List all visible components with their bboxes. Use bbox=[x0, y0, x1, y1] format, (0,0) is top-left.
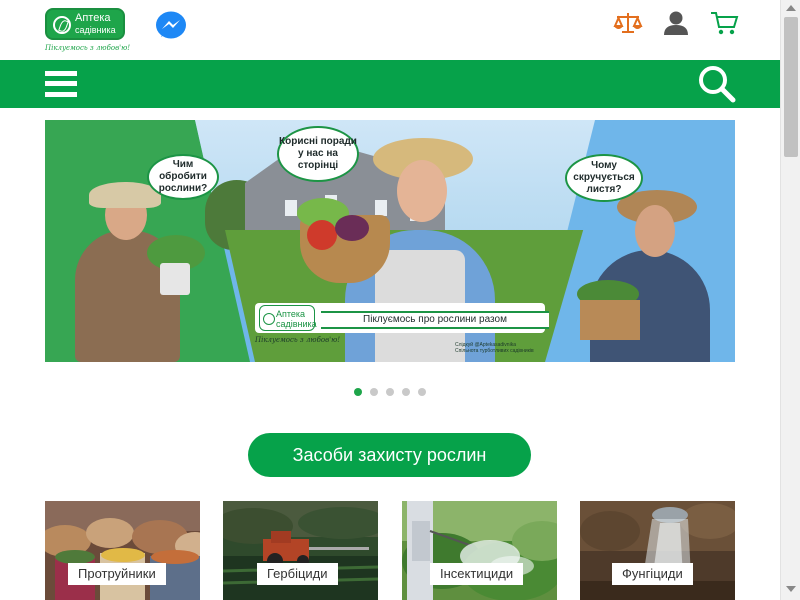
speech-bubble-center: Корисні поради у нас на сторінці bbox=[277, 126, 359, 182]
seed-sacks-image bbox=[45, 501, 200, 600]
category-card-herbitsydy[interactable]: Гербіциди bbox=[223, 501, 378, 600]
banner-caption-text: Піклуємось про рослини разом bbox=[321, 311, 549, 329]
category-label: Гербіциди bbox=[257, 563, 338, 585]
search-icon[interactable] bbox=[697, 64, 737, 104]
scrollbar-thumb[interactable] bbox=[784, 17, 798, 157]
menu-icon[interactable] bbox=[45, 69, 77, 99]
watering-can-image bbox=[580, 501, 735, 600]
main-nav-bar bbox=[0, 60, 780, 108]
scroll-down-arrow-icon[interactable] bbox=[786, 586, 796, 592]
seedling-crate bbox=[580, 300, 640, 340]
compare-scales-icon[interactable] bbox=[613, 10, 643, 36]
logo-subtitle: садівника bbox=[75, 25, 116, 35]
messenger-icon[interactable] bbox=[155, 11, 187, 41]
plant-protection-button[interactable]: Засоби захисту рослин bbox=[248, 433, 531, 477]
category-card-insektytsydy[interactable]: Інсектициди bbox=[402, 501, 557, 600]
banner-caption: Аптека садівника Піклуємось про рослини … bbox=[255, 303, 549, 333]
tomato bbox=[307, 220, 337, 250]
cart-icon[interactable] bbox=[709, 10, 739, 36]
top-header: Аптека садівника Піклуємось з любов'ю! bbox=[0, 0, 780, 60]
logo[interactable]: Аптека садівника Піклуємось з любов'ю! bbox=[45, 8, 131, 54]
plant-pot bbox=[160, 263, 190, 295]
banner-logo-name: Аптека bbox=[276, 309, 306, 319]
beet bbox=[335, 215, 369, 241]
logo-badge: Аптека садівника bbox=[45, 8, 125, 40]
tractor-field-image bbox=[223, 501, 378, 600]
banner-logo: Аптека садівника bbox=[259, 305, 317, 331]
banner-logo-sub: садівника bbox=[276, 319, 317, 329]
logo-slogan: Піклуємось з любов'ю! bbox=[45, 44, 131, 52]
vertical-scrollbar[interactable] bbox=[780, 0, 800, 600]
gardener-girl-head bbox=[635, 205, 675, 257]
user-icon[interactable] bbox=[661, 10, 691, 36]
carousel-dots bbox=[354, 388, 434, 396]
page: Аптека садівника Піклуємось з любов'ю! Ч… bbox=[0, 0, 780, 600]
speech-bubble-right: Чому скручується листя? bbox=[565, 154, 643, 202]
banner-social-community: Спільнота турботливих садівників bbox=[455, 348, 534, 354]
category-label: Фунгіциди bbox=[612, 563, 693, 585]
category-label: Протруйники bbox=[68, 563, 166, 585]
carousel-dot[interactable] bbox=[386, 388, 394, 396]
category-card-protruynyky[interactable]: Протруйники bbox=[45, 501, 200, 600]
category-label: Інсектициди bbox=[430, 563, 524, 585]
banner-slogan: Піклуємось з любов'ю! bbox=[255, 336, 341, 344]
carousel-dot[interactable] bbox=[370, 388, 378, 396]
spraying-plants-image bbox=[402, 501, 557, 600]
logo-name: Аптека bbox=[75, 12, 111, 24]
carousel-dot[interactable] bbox=[354, 388, 362, 396]
carousel-dot[interactable] bbox=[402, 388, 410, 396]
category-card-funhitsydy[interactable]: Фунгіциди bbox=[580, 501, 735, 600]
gardener-woman-head bbox=[397, 160, 447, 222]
scroll-up-arrow-icon[interactable] bbox=[786, 5, 796, 11]
speech-bubble-left: Чим обробити рослини? bbox=[147, 154, 219, 200]
banner-social: Слідкуй @Aptekasadivnika Спільнота турбо… bbox=[455, 342, 545, 354]
hero-banner[interactable]: Чим обробити рослини? Корисні поради у н… bbox=[45, 120, 735, 362]
leaf-icon bbox=[53, 16, 71, 34]
carousel-dot[interactable] bbox=[418, 388, 426, 396]
